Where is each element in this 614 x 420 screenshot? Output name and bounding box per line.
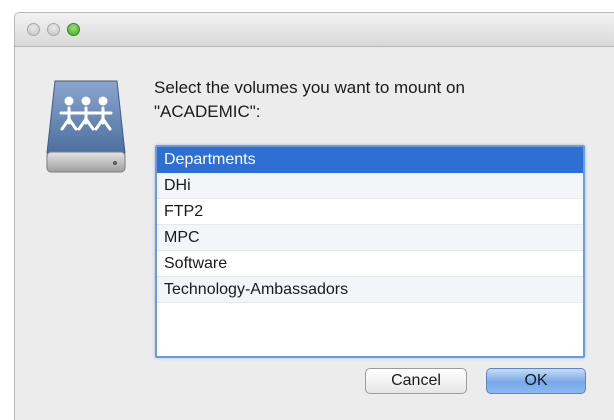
network-share-drive-icon [46,80,126,173]
ok-button[interactable]: OK [486,368,586,394]
volume-item-ftp2[interactable]: FTP2 [157,199,583,225]
volume-list[interactable]: Departments DHi FTP2 MPC Software Techno… [155,145,585,358]
volume-item-technology-ambassadors[interactable]: Technology-Ambassadors [157,277,583,303]
zoom-window-button[interactable] [67,23,80,36]
minimize-window-button[interactable] [47,23,60,36]
dialog-prompt: Select the volumes you want to mount on … [154,78,465,121]
volume-item-software[interactable]: Software [157,251,583,277]
volume-item-mpc[interactable]: MPC [157,225,583,251]
mount-volumes-dialog: Select the volumes you want to mount on … [14,12,614,420]
close-window-button[interactable] [27,23,40,36]
title-bar [15,13,614,47]
volume-item-departments[interactable]: Departments [157,147,583,173]
volume-item-dhi[interactable]: DHi [157,173,583,199]
cancel-button[interactable]: Cancel [365,368,467,394]
